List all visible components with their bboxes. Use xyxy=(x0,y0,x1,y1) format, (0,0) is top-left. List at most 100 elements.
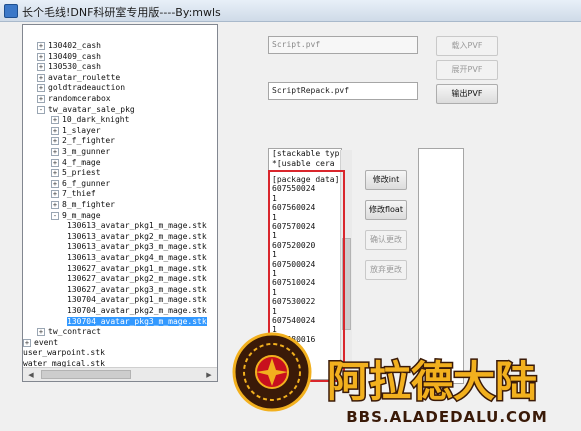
expand-icon[interactable]: + xyxy=(37,63,45,72)
package-data-line: 607530022 xyxy=(272,297,316,307)
confirm-change-button[interactable]: 确认更改 xyxy=(365,230,407,250)
tree-item-label: 130627_avatar_pkg2_m_mage.stk xyxy=(67,274,207,284)
expand-icon[interactable]: + xyxy=(23,338,31,347)
tree-item[interactable]: + tw_contract xyxy=(37,326,101,337)
tree-item[interactable]: -9_m_mage xyxy=(51,210,101,221)
tree-item[interactable]: 130627_avatar_pkg1_m_mage.stk xyxy=(67,263,207,274)
collapse-icon[interactable]: - xyxy=(37,105,45,114)
tree-item-label: 130627_avatar_pkg1_m_mage.stk xyxy=(67,263,207,273)
scrollbar-thumb[interactable] xyxy=(41,370,131,379)
tree-item-label: 9_m_mage xyxy=(62,210,101,220)
script-path-input[interactable]: Script.pvf xyxy=(268,36,418,54)
collapse-icon[interactable]: - xyxy=(51,211,59,220)
expand-icon[interactable]: + xyxy=(51,169,59,178)
scrollbar-thumb[interactable] xyxy=(342,238,351,330)
expand-icon[interactable]: + xyxy=(51,158,59,167)
scroll-left-arrow-icon[interactable]: ◀ xyxy=(25,370,37,380)
text-vertical-scrollbar[interactable] xyxy=(340,150,352,380)
expand-icon[interactable]: + xyxy=(51,201,59,209)
tree-item[interactable]: +2_f_fighter xyxy=(51,135,115,146)
window-title: 长个毛线!DNF科研室专用版----By:mwls xyxy=(22,6,221,19)
modify-int-button[interactable]: 修改int xyxy=(365,170,407,190)
tree-item-label: 130704_avatar_pkg2_m_mage.stk xyxy=(67,306,207,315)
tree-item[interactable]: +6_f_gunner xyxy=(51,178,110,189)
app-icon xyxy=(4,4,18,18)
logo-url-text: BBS.ALADEDALU.COM xyxy=(346,408,548,426)
tree-item[interactable]: 130704_avatar_pkg3_m_mage.stk xyxy=(67,316,207,327)
discard-change-button[interactable]: 放弃更改 xyxy=(365,260,407,280)
tree-item[interactable]: +7_thief xyxy=(51,188,96,199)
package-data-line: 607540024 xyxy=(272,316,316,325)
tree-item[interactable]: 130627_avatar_pkg3_m_mage.stk xyxy=(67,284,207,295)
expand-icon[interactable]: + xyxy=(37,328,45,337)
tree-item[interactable]: 130613_avatar_pkg2_m_mage.stk xyxy=(67,231,207,242)
expand-icon[interactable]: + xyxy=(37,42,45,50)
tree-item-label: 130409_cash xyxy=(48,51,101,61)
expand-icon[interactable]: + xyxy=(51,116,59,125)
title-bar: 长个毛线!DNF科研室专用版----By:mwls xyxy=(0,0,581,22)
tree-item-label: goldtradeauction xyxy=(48,83,126,93)
expand-icon[interactable]: + xyxy=(37,84,45,93)
tree-item-label: tw_avatar_sale_pkg xyxy=(48,104,135,114)
tree-item[interactable]: 130613_avatar_pkg3_m_mage.stk xyxy=(67,241,207,252)
script-text-area[interactable]: [stackable typ *[usable cera [package data… xyxy=(268,148,342,380)
tree-item[interactable]: +130402_cash xyxy=(37,40,101,51)
repack-path-input[interactable]: ScriptRepack.pvf xyxy=(268,82,418,100)
tree-item[interactable]: +1_slayer xyxy=(51,125,101,136)
tree-item-label: 1_slayer xyxy=(62,125,101,135)
tree-item-label: 7_thief xyxy=(62,189,96,199)
package-data-line: 607510024 xyxy=(272,278,316,288)
package-data-line: 607550024 xyxy=(272,184,316,194)
script-line: [stackable typ xyxy=(272,149,340,158)
tree-item[interactable]: - tw_avatar_sale_pkg xyxy=(37,104,135,115)
tree-item-label: 5_priest xyxy=(62,168,101,178)
script-line: *[usable cera xyxy=(272,159,335,168)
tree-item[interactable]: 130704_avatar_pkg2_m_mage.stk xyxy=(67,305,207,316)
tree-item[interactable]: 130613_avatar_pkg1_m_mage.stk xyxy=(67,220,207,231)
expand-icon[interactable]: + xyxy=(51,137,59,146)
package-data-line: 607580016 xyxy=(272,334,316,344)
tree-item[interactable]: +3_m_gunner xyxy=(51,146,110,157)
tree-item[interactable]: user_warpoint.stk xyxy=(23,347,105,358)
tree-item[interactable]: 130704_avatar_pkg1_m_mage.stk xyxy=(67,294,207,305)
expand-icon[interactable]: + xyxy=(37,73,45,82)
tree-item[interactable]: + avatar_roulette xyxy=(37,72,120,83)
tree-item-label: 6_f_gunner xyxy=(62,178,111,188)
package-data-line: 607570024 xyxy=(272,222,316,231)
expand-icon[interactable]: + xyxy=(51,126,59,135)
tree-item-label: 130613_avatar_pkg3_m_mage.stk xyxy=(67,242,207,252)
unpack-pvf-button[interactable]: 展开PVF xyxy=(436,60,498,80)
tree-item[interactable]: 130627_avatar_pkg2_m_mage.stk xyxy=(67,273,207,284)
tree-item-label: 130704_avatar_pkg3_m_mage.stk xyxy=(67,316,207,326)
tree-item-label: tw_contract xyxy=(48,327,101,337)
tree-item-label: 4_f_mage xyxy=(62,157,101,167)
tree-item[interactable]: +130530_cash xyxy=(37,61,101,72)
tree-item[interactable]: +8_m_fighter xyxy=(51,199,115,210)
tree-item[interactable]: + randomcerabox xyxy=(37,93,111,104)
tree-item-label: 130613_avatar_pkg1_m_mage.stk xyxy=(67,221,207,231)
expand-icon[interactable]: + xyxy=(37,52,45,61)
export-pvf-button[interactable]: 输出PVF xyxy=(436,84,498,104)
tree-item-label: randomcerabox xyxy=(48,94,111,103)
tree-item-label: avatar_roulette xyxy=(48,72,121,82)
tree-item[interactable]: +5_priest xyxy=(51,167,101,178)
tree-item[interactable]: +130409_cash xyxy=(37,51,101,62)
tree-item[interactable]: +4_f_mage xyxy=(51,157,101,168)
tree-item[interactable]: + event xyxy=(23,337,58,348)
expand-icon[interactable]: + xyxy=(51,190,59,199)
expand-icon[interactable]: + xyxy=(51,148,59,156)
modify-float-button[interactable]: 修改float xyxy=(365,200,407,220)
expand-icon[interactable]: + xyxy=(37,95,45,103)
tree-item-label: 130627_avatar_pkg3_m_mage.stk xyxy=(67,284,207,294)
tree-item[interactable]: + goldtradeauction xyxy=(37,82,125,93)
scroll-right-arrow-icon[interactable]: ▶ xyxy=(203,370,215,380)
tree-item[interactable]: 130613_avatar_pkg4_m_mage.stk xyxy=(67,252,207,263)
value-list-box[interactable] xyxy=(418,148,464,384)
load-pvf-button[interactable]: 载入PVF xyxy=(436,36,498,56)
expand-icon[interactable]: + xyxy=(51,179,59,188)
tree-item[interactable]: +10_dark_knight xyxy=(51,114,129,125)
tree-item-label: 2_f_fighter xyxy=(62,136,115,146)
tree-item-label: user_warpoint.stk xyxy=(23,348,105,358)
tree-horizontal-scrollbar[interactable]: ◀ ▶ xyxy=(23,367,217,381)
file-tree[interactable]: wine_holywater.stkwater_wicked.stkwater_… xyxy=(22,24,218,382)
